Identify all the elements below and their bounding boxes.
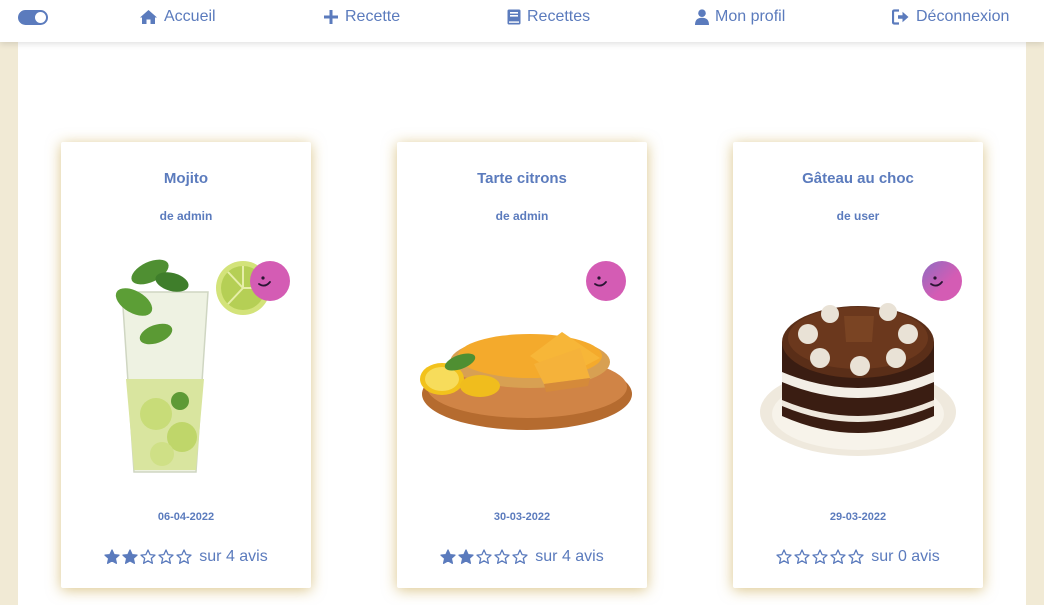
- star-empty-icon: [812, 549, 828, 564]
- star-empty-icon: [158, 549, 174, 564]
- review-count: sur 4 avis: [199, 548, 268, 565]
- nav-recipes-label: Recettes: [527, 8, 591, 25]
- nav-profile[interactable]: Mon profil: [695, 7, 785, 27]
- recipe-author: de user: [836, 209, 880, 223]
- recipe-author: de admin: [495, 209, 549, 223]
- nav-new-recipe[interactable]: Recette: [323, 7, 400, 27]
- review-count: sur 4 avis: [535, 548, 604, 565]
- nav-profile-label: Mon profil: [715, 8, 786, 25]
- recipe-date: 06-04-2022: [157, 511, 215, 523]
- recipe-rating: sur 4 avis: [397, 548, 647, 566]
- nav-home[interactable]: Accueil: [139, 7, 216, 27]
- author-avatar[interactable]: [250, 261, 290, 301]
- star-empty-icon: [494, 549, 510, 564]
- user-icon: [695, 9, 709, 25]
- recipe-date: 30-03-2022: [493, 511, 551, 523]
- plus-icon: [323, 9, 339, 25]
- navbar: Accueil Recette Recettes Mon profil Déco…: [0, 0, 1044, 42]
- recipe-title[interactable]: Gâteau au choc: [733, 170, 983, 187]
- star-empty-icon: [476, 549, 492, 564]
- theme-toggle[interactable]: [18, 10, 48, 25]
- star-filled-icon: [440, 549, 456, 564]
- star-rating: [440, 549, 528, 565]
- star-empty-icon: [794, 549, 810, 564]
- author-avatar[interactable]: [586, 261, 626, 301]
- star-filled-icon: [122, 549, 138, 564]
- nav-logout-label: Déconnexion: [916, 8, 1010, 25]
- nav-new-recipe-label: Recette: [345, 8, 401, 25]
- recipe-title[interactable]: Mojito: [61, 170, 311, 187]
- recipe-card[interactable]: Gâteau au choc de user 29-03-2022 sur 0 …: [733, 142, 983, 588]
- recipe-card[interactable]: Mojito de admin 06-04-2022 sur 4 avis: [61, 142, 311, 588]
- book-icon: [507, 9, 521, 25]
- nav-recipes[interactable]: Recettes: [507, 7, 590, 27]
- star-rating: [104, 549, 192, 565]
- recipe-title[interactable]: Tarte citrons: [397, 170, 647, 187]
- star-filled-icon: [458, 549, 474, 564]
- recipe-card[interactable]: Tarte citrons de admin 30-03-2022 sur 4 …: [397, 142, 647, 588]
- star-empty-icon: [776, 549, 792, 564]
- sign-out-icon: [892, 9, 910, 25]
- star-empty-icon: [140, 549, 156, 564]
- review-count: sur 0 avis: [871, 548, 940, 565]
- recipe-author: de admin: [159, 209, 213, 223]
- star-empty-icon: [830, 549, 846, 564]
- toggle-knob: [35, 12, 46, 23]
- recipe-rating: sur 4 avis: [61, 548, 311, 566]
- home-icon: [139, 9, 158, 25]
- star-empty-icon: [176, 549, 192, 564]
- star-empty-icon: [848, 549, 864, 564]
- nav-home-label: Accueil: [164, 8, 216, 25]
- recipe-date: 29-03-2022: [829, 511, 887, 523]
- recipe-rating: sur 0 avis: [733, 548, 983, 566]
- author-avatar[interactable]: [922, 261, 962, 301]
- star-empty-icon: [512, 549, 528, 564]
- star-rating: [776, 549, 864, 565]
- star-filled-icon: [104, 549, 120, 564]
- nav-logout[interactable]: Déconnexion: [892, 7, 1009, 27]
